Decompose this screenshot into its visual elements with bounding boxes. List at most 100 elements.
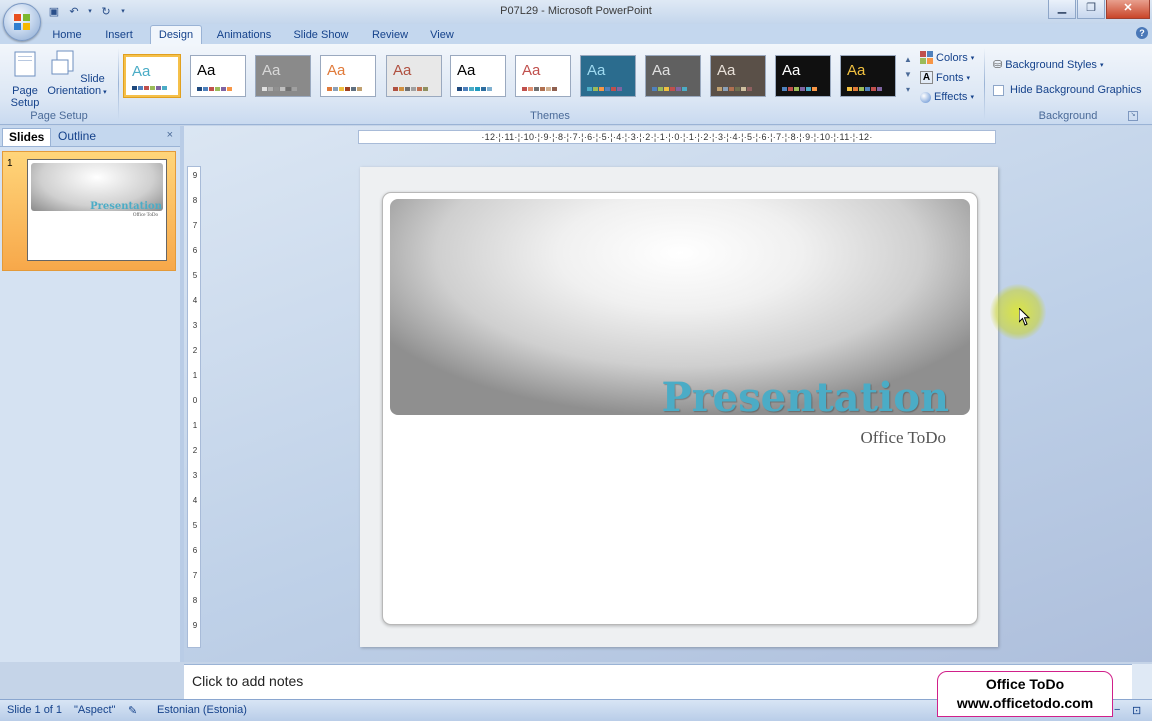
theme-thumbnail[interactable]: Aa <box>320 55 376 97</box>
theme-color-swatch <box>487 87 492 91</box>
window-controls: ▁ ❐ ✕ <box>1047 0 1150 19</box>
notes-scrollbar[interactable] <box>1132 664 1152 699</box>
slide-title[interactable]: Presentation <box>662 374 949 421</box>
theme-label: Aa <box>652 62 671 79</box>
tab-design[interactable]: Design <box>150 25 202 45</box>
hide-background-graphics-checkbox[interactable]: Hide Background Graphics <box>993 84 1141 96</box>
theme-thumbnail[interactable]: Aa <box>840 55 896 97</box>
ruler-tick-label: 5 <box>192 521 198 531</box>
cursor-highlight <box>990 284 1046 340</box>
theme-color-swatch <box>599 87 604 91</box>
close-panel-icon[interactable]: × <box>167 129 173 141</box>
office-button[interactable] <box>3 3 41 41</box>
background-group-label: Background <box>1038 110 1098 122</box>
theme-color-swatch <box>327 87 332 91</box>
language[interactable]: Estonian (Estonia) <box>157 704 247 716</box>
office-logo-icon <box>14 14 30 30</box>
theme-color-swatch <box>522 87 527 91</box>
fonts-button[interactable]: A Fonts ▾ <box>920 71 970 84</box>
gallery-up-icon[interactable]: ▲ <box>902 52 914 67</box>
chevron-down-icon: ▾ <box>1099 61 1104 69</box>
gallery-down-icon[interactable]: ▼ <box>902 67 914 82</box>
slide-canvas[interactable]: Presentation Office ToDo <box>360 167 998 647</box>
theme-color-bars <box>262 87 297 91</box>
theme-thumbnail[interactable]: Aa <box>450 55 506 97</box>
theme-color-swatch <box>682 87 687 91</box>
theme-color-swatch <box>546 87 551 91</box>
theme-color-swatch <box>481 87 486 91</box>
theme-color-swatch <box>587 87 592 91</box>
page-setup-button[interactable]: Page Setup <box>6 50 44 109</box>
theme-color-swatch <box>800 87 805 91</box>
dialog-launcher-icon[interactable]: ↘ <box>1128 111 1138 121</box>
theme-thumbnail[interactable]: Aa <box>580 55 636 97</box>
theme-label: Aa <box>847 62 866 79</box>
slide-subtitle[interactable]: Office ToDo <box>860 428 946 448</box>
slide-thumbnail[interactable]: Presentation Office ToDo <box>27 159 167 261</box>
zoom-out-icon[interactable]: − <box>1114 704 1120 716</box>
restore-icon[interactable]: ❐ <box>1077 0 1105 19</box>
ruler-tick-label: 3 <box>192 471 198 481</box>
slide-thumbnail-selected[interactable]: 1 Presentation Office ToDo <box>2 151 176 271</box>
tab-review[interactable]: Review <box>366 27 414 44</box>
slides-panel: Slides Outline × 1 Presentation Office T… <box>0 126 180 662</box>
slide-orientation-button[interactable]: Slide Orientation ▾ <box>44 50 110 99</box>
theme-thumbnail[interactable]: Aa <box>255 55 311 97</box>
theme-color-swatch <box>859 87 864 91</box>
theme-label: Aa <box>717 62 736 79</box>
ruler-tick-label: 6 <box>192 246 198 256</box>
tab-slide-show[interactable]: Slide Show <box>288 27 354 44</box>
theme-color-swatch <box>593 87 598 91</box>
slide-card: Presentation Office ToDo <box>382 192 978 625</box>
tab-animations[interactable]: Animations <box>210 27 278 44</box>
theme-color-swatch <box>221 87 226 91</box>
theme-thumbnail[interactable]: Aa <box>124 55 180 97</box>
theme-color-swatch <box>871 87 876 91</box>
gallery-more-icon[interactable]: ▾ <box>902 82 914 97</box>
help-icon[interactable]: ? <box>1136 27 1148 39</box>
minimize-icon[interactable]: ▁ <box>1048 0 1076 19</box>
close-icon[interactable]: ✕ <box>1106 0 1150 19</box>
theme-color-swatch <box>417 87 422 91</box>
theme-thumbnail[interactable]: Aa <box>515 55 571 97</box>
colors-button[interactable]: Colors ▾ <box>920 51 974 64</box>
chevron-down-icon: ▾ <box>970 94 974 101</box>
theme-color-swatch <box>847 87 852 91</box>
tab-home[interactable]: Home <box>44 27 90 44</box>
theme-thumbnail[interactable]: Aa <box>190 55 246 97</box>
theme-thumbnail[interactable]: Aa <box>386 55 442 97</box>
theme-color-swatch <box>138 86 143 90</box>
theme-color-swatch <box>664 87 669 91</box>
spell-check-icon[interactable]: ✎ <box>128 704 137 717</box>
theme-color-swatch <box>274 87 279 91</box>
theme-thumbnail[interactable]: Aa <box>775 55 831 97</box>
effects-button[interactable]: Effects ▾ <box>920 91 974 103</box>
theme-label: Aa <box>393 62 412 79</box>
ruler-tick-label: 9 <box>192 621 198 631</box>
watermark-logo: Office ToDo www.officetodo.com <box>937 671 1113 717</box>
tab-insert[interactable]: Insert <box>98 27 140 44</box>
theme-color-swatch <box>788 87 793 91</box>
theme-thumbnail[interactable]: Aa <box>710 55 766 97</box>
theme-color-swatch <box>333 87 338 91</box>
theme-color-bars <box>782 87 817 91</box>
chevron-down-icon: ▾ <box>101 89 107 96</box>
tab-slides[interactable]: Slides <box>2 128 52 146</box>
theme-color-swatch <box>292 87 297 91</box>
theme-color-swatch <box>747 87 752 91</box>
theme-color-swatch <box>717 87 722 91</box>
thumbnail-subtitle: Office ToDo <box>132 213 158 218</box>
theme-color-swatch <box>877 87 882 91</box>
window-title: P07L29 - Microsoft PowerPoint <box>500 5 652 17</box>
theme-color-swatch <box>286 87 291 91</box>
theme-thumbnail[interactable]: Aa <box>645 55 701 97</box>
fit-to-window-icon[interactable]: ⊡ <box>1132 704 1141 717</box>
tab-outline[interactable]: Outline <box>52 128 102 145</box>
theme-color-swatch <box>393 87 398 91</box>
tab-view[interactable]: View <box>424 27 460 44</box>
background-styles-button[interactable]: ⛁ Background Styles ▾ <box>993 58 1104 72</box>
ruler-tick-label: 3 <box>192 321 198 331</box>
title-bar: ▣ ↶ ▾ ↻ ▾ P07L29 - Microsoft PowerPoint … <box>0 0 1152 24</box>
fonts-label: Fonts <box>936 71 964 84</box>
theme-label: Aa <box>587 62 606 79</box>
